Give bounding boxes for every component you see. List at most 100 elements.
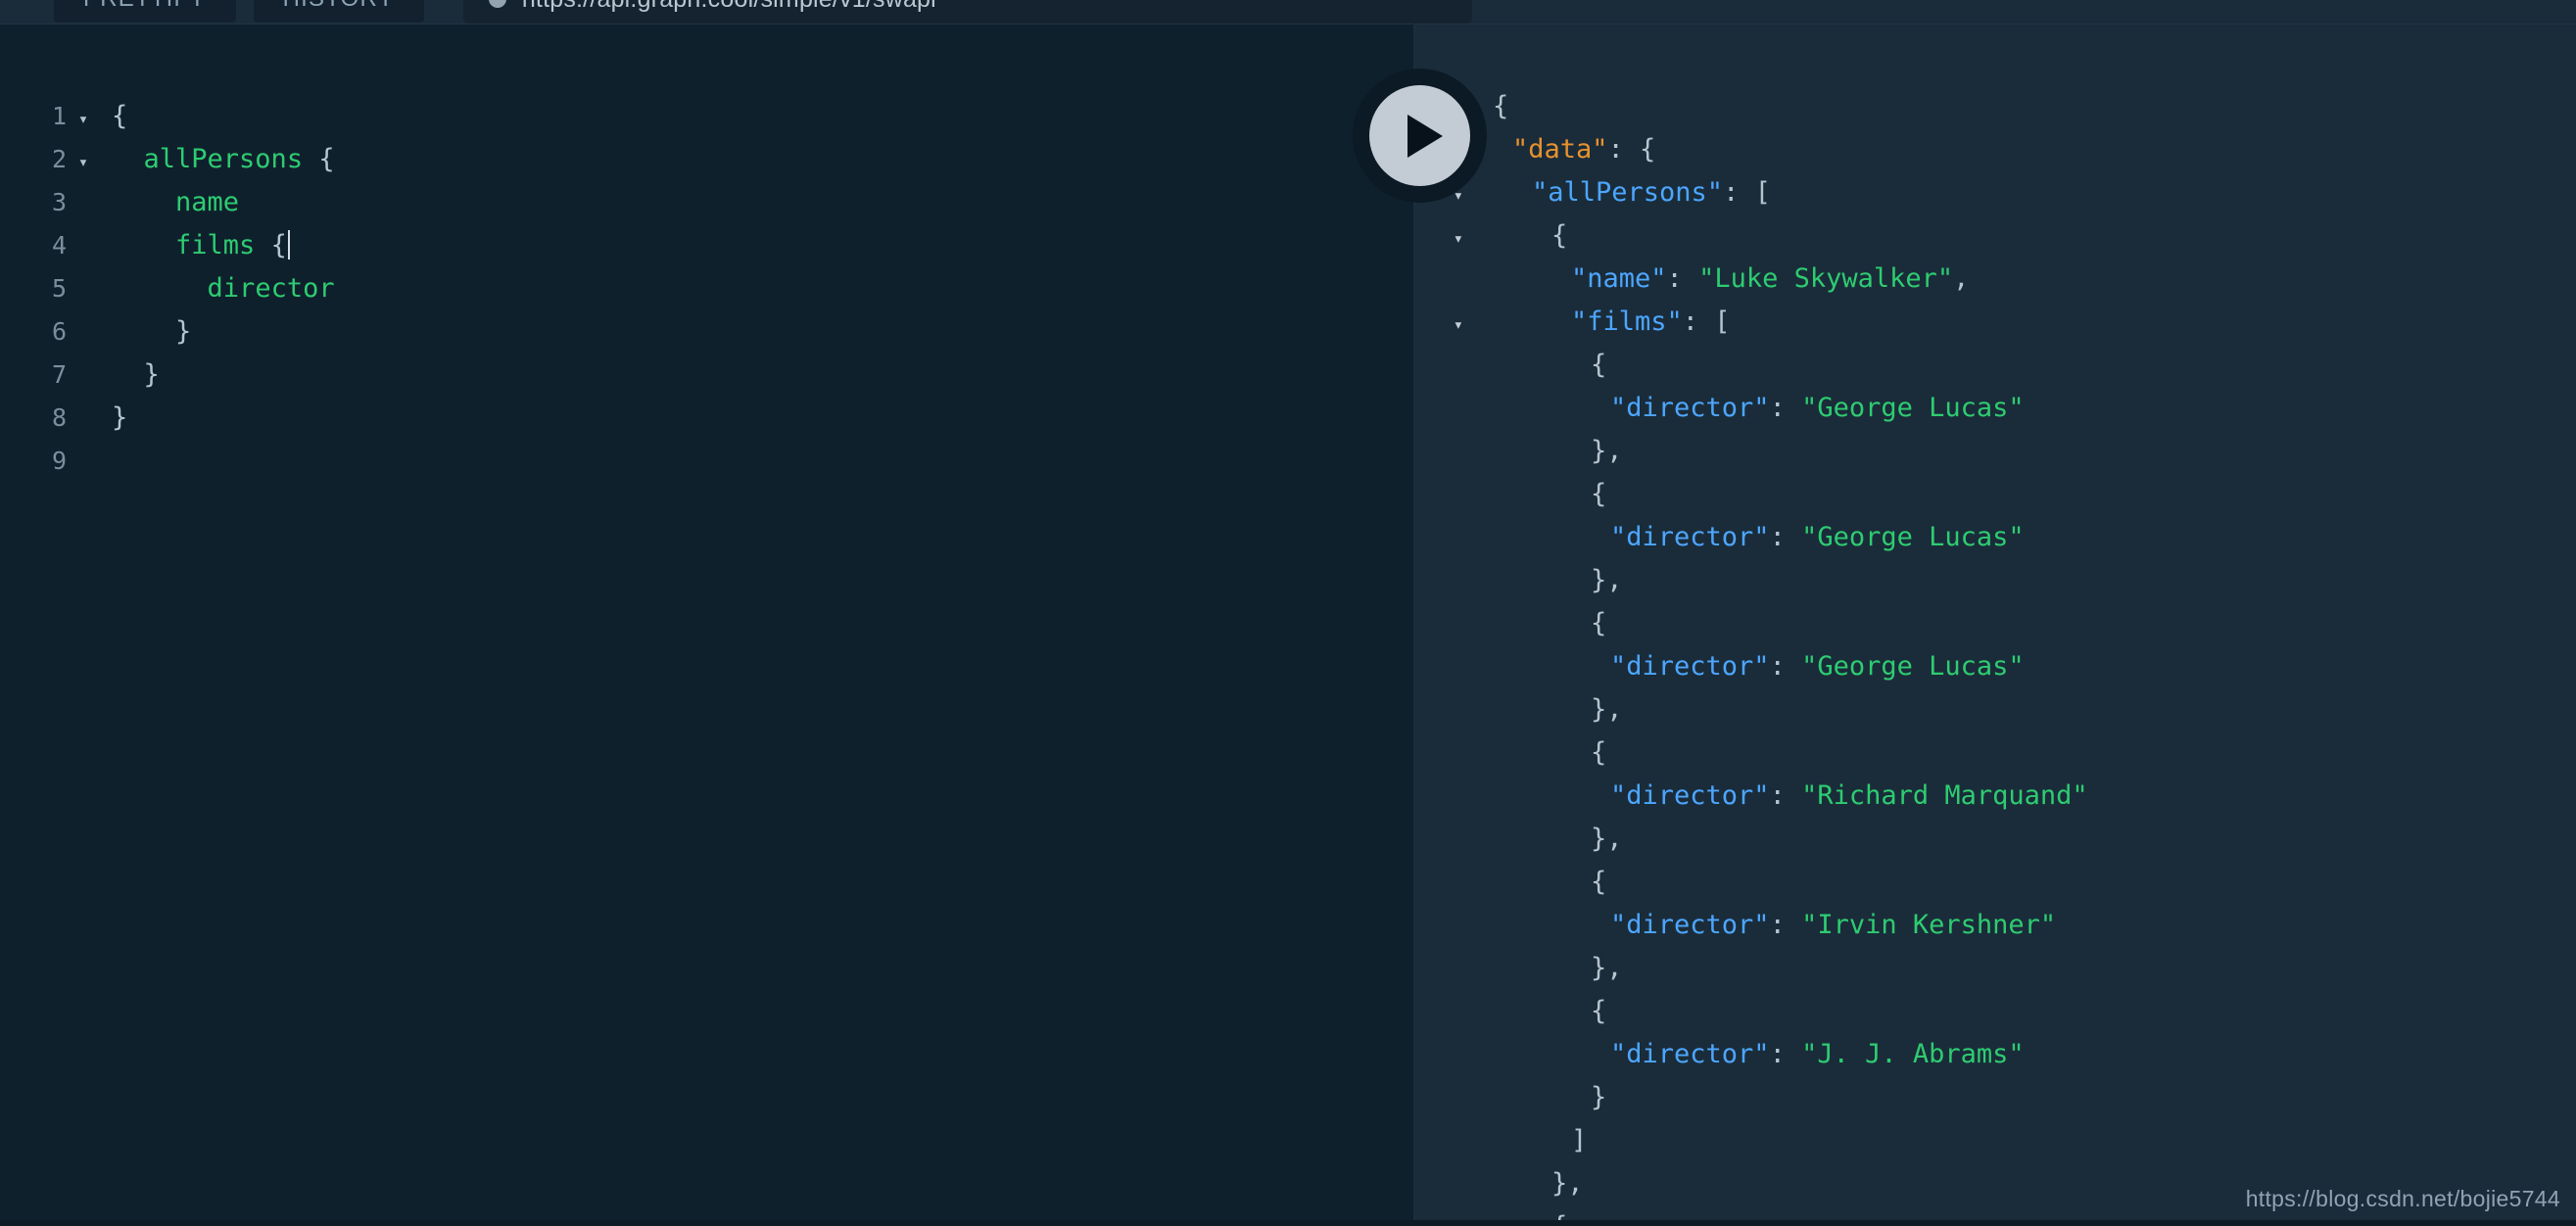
- query-line[interactable]: 4 films {: [0, 224, 1413, 267]
- json-token-str: "J. J. Abrams": [1801, 1039, 2025, 1069]
- result-line-text: "director": "George Lucas": [1473, 516, 2025, 559]
- json-token-punc: :: [1769, 522, 1802, 552]
- result-line: ▾ "allPersons": [: [1416, 171, 2576, 214]
- line-number: 7: [51, 360, 67, 389]
- result-line-text: {: [1473, 731, 1606, 775]
- result-line-text: "films": [: [1473, 301, 1731, 344]
- result-line: {: [1416, 731, 2576, 775]
- query-code-lines[interactable]: 1 ▾{2 ▾ allPersons {3 name 4 films {5 direc…: [0, 95, 1413, 483]
- result-line: },: [1416, 947, 2576, 990]
- result-line: ▾ "films": [: [1416, 301, 2576, 344]
- json-token-key: "name": [1571, 263, 1667, 294]
- fold-arrow-icon[interactable]: ▾: [71, 98, 96, 141]
- fold-arrow-icon[interactable]: ▾: [71, 141, 96, 184]
- result-line-text: "director": "George Lucas": [1473, 645, 2025, 688]
- query-line[interactable]: 5 director: [0, 267, 1413, 310]
- result-line-text: },: [1473, 818, 1623, 861]
- query-line-text: }: [112, 402, 128, 433]
- result-line-text: },: [1473, 559, 1623, 602]
- query-line-text: allPersons {: [143, 144, 335, 174]
- result-line: ]: [1416, 1119, 2576, 1162]
- query-line[interactable]: 6 }: [0, 310, 1413, 354]
- query-line-text: director: [207, 273, 335, 304]
- query-line-text: }: [175, 316, 192, 347]
- result-line-text: }: [1473, 1076, 1606, 1119]
- result-line-text: },: [1473, 430, 1623, 473]
- graphiql-playground: PRETTIFY HISTORY https://api.graph.cool/…: [0, 0, 2576, 1226]
- query-line[interactable]: 8}: [0, 397, 1413, 440]
- fold-arrow-icon[interactable]: ▾: [1416, 217, 1473, 260]
- json-token-punc: {: [1591, 350, 1607, 380]
- result-line: "director": "Irvin Kershner": [1416, 904, 2576, 947]
- json-token-punc: :: [1666, 263, 1699, 294]
- query-line-text: {: [112, 101, 128, 131]
- result-line: },: [1416, 430, 2576, 473]
- json-token-data: "data": [1512, 134, 1608, 165]
- endpoint-url-bar[interactable]: https://api.graph.cool/simple/v1/swapi: [462, 0, 1472, 24]
- line-number: 6: [51, 317, 67, 346]
- query-line[interactable]: 1 ▾ {: [0, 95, 1413, 138]
- result-line: {: [1416, 990, 2576, 1033]
- result-line: {: [1416, 344, 2576, 387]
- result-line: "director": "George Lucas": [1416, 645, 2576, 688]
- result-line-text: {: [1473, 473, 1606, 516]
- result-line-text: "allPersons": [: [1473, 171, 1771, 214]
- line-number: 2: [51, 145, 67, 173]
- result-line: ▾{: [1416, 85, 2576, 128]
- result-viewer-pane[interactable]: ▾{▾"data": {▾"allPersons": [▾{"name": "L…: [1416, 24, 2576, 1226]
- query-editor-pane[interactable]: 1 ▾{2 ▾ allPersons {3 name 4 films {5 direc…: [0, 24, 1413, 1226]
- json-token-punc: {: [1591, 479, 1607, 509]
- json-token-punc: {: [1493, 91, 1509, 121]
- json-token-punc: {: [1591, 608, 1607, 638]
- prettify-button[interactable]: PRETTIFY: [54, 0, 236, 23]
- json-token-str: "George Lucas": [1801, 651, 2025, 682]
- json-token-str: "Irvin Kershner": [1801, 910, 2057, 940]
- result-line-text: ]: [1473, 1119, 1587, 1162]
- json-token-punc: :: [1769, 780, 1802, 811]
- json-token-punc: :: [1769, 910, 1802, 940]
- line-number: 8: [51, 403, 67, 432]
- execute-query-button[interactable]: [1353, 69, 1487, 203]
- history-button[interactable]: HISTORY: [253, 0, 424, 23]
- json-token-punc: : [: [1682, 306, 1731, 337]
- result-line-text: },: [1473, 947, 1623, 990]
- text-cursor: [287, 230, 290, 259]
- result-line-text: "director": "George Lucas": [1473, 387, 2025, 430]
- json-token-key: "director": [1610, 393, 1770, 423]
- json-token-key: "allPersons": [1532, 177, 1724, 208]
- json-token-key: "films": [1571, 306, 1683, 337]
- json-token-str: "Richard Marquand": [1801, 780, 2088, 811]
- json-token-punc: },: [1591, 953, 1623, 983]
- json-token-punc: ]: [1571, 1125, 1588, 1155]
- line-number: 9: [51, 447, 67, 475]
- json-token-punc: ,: [1953, 263, 1970, 294]
- endpoint-status-icon: [488, 0, 506, 8]
- json-token-punc: }: [1591, 1082, 1607, 1112]
- play-icon: [1407, 114, 1443, 158]
- json-token-punc: :: [1769, 651, 1802, 682]
- line-number: 4: [51, 231, 67, 259]
- result-line-text: "data": {: [1473, 128, 1655, 171]
- json-token-punc: },: [1591, 824, 1623, 854]
- watermark: https://blog.csdn.net/bojie5744: [2245, 1186, 2560, 1211]
- bottom-strip: [0, 1220, 2576, 1226]
- json-token-punc: },: [1551, 1168, 1584, 1199]
- query-line-text: }: [143, 359, 160, 390]
- fold-arrow-icon[interactable]: ▾: [1416, 304, 1473, 347]
- query-line[interactable]: 7 }: [0, 354, 1413, 397]
- result-line: "director": "Richard Marquand": [1416, 775, 2576, 818]
- json-token-key: "director": [1610, 1039, 1770, 1069]
- query-line[interactable]: 3 name: [0, 181, 1413, 224]
- result-line-text: {: [1473, 861, 1606, 904]
- toolbar: PRETTIFY HISTORY https://api.graph.cool/…: [0, 0, 2576, 24]
- result-line: "director": "George Lucas": [1416, 387, 2576, 430]
- result-line: "director": "George Lucas": [1416, 516, 2576, 559]
- endpoint-url-text: https://api.graph.cool/simple/v1/swapi: [522, 0, 936, 14]
- result-line: },: [1416, 818, 2576, 861]
- json-token-key: "director": [1610, 651, 1770, 682]
- query-line[interactable]: 2 ▾ allPersons {: [0, 138, 1413, 181]
- line-number: 3: [51, 188, 67, 216]
- result-line: ▾"data": {: [1416, 128, 2576, 171]
- query-line[interactable]: 9: [0, 440, 1413, 483]
- result-line-text: "director": "J. J. Abrams": [1473, 1033, 2025, 1076]
